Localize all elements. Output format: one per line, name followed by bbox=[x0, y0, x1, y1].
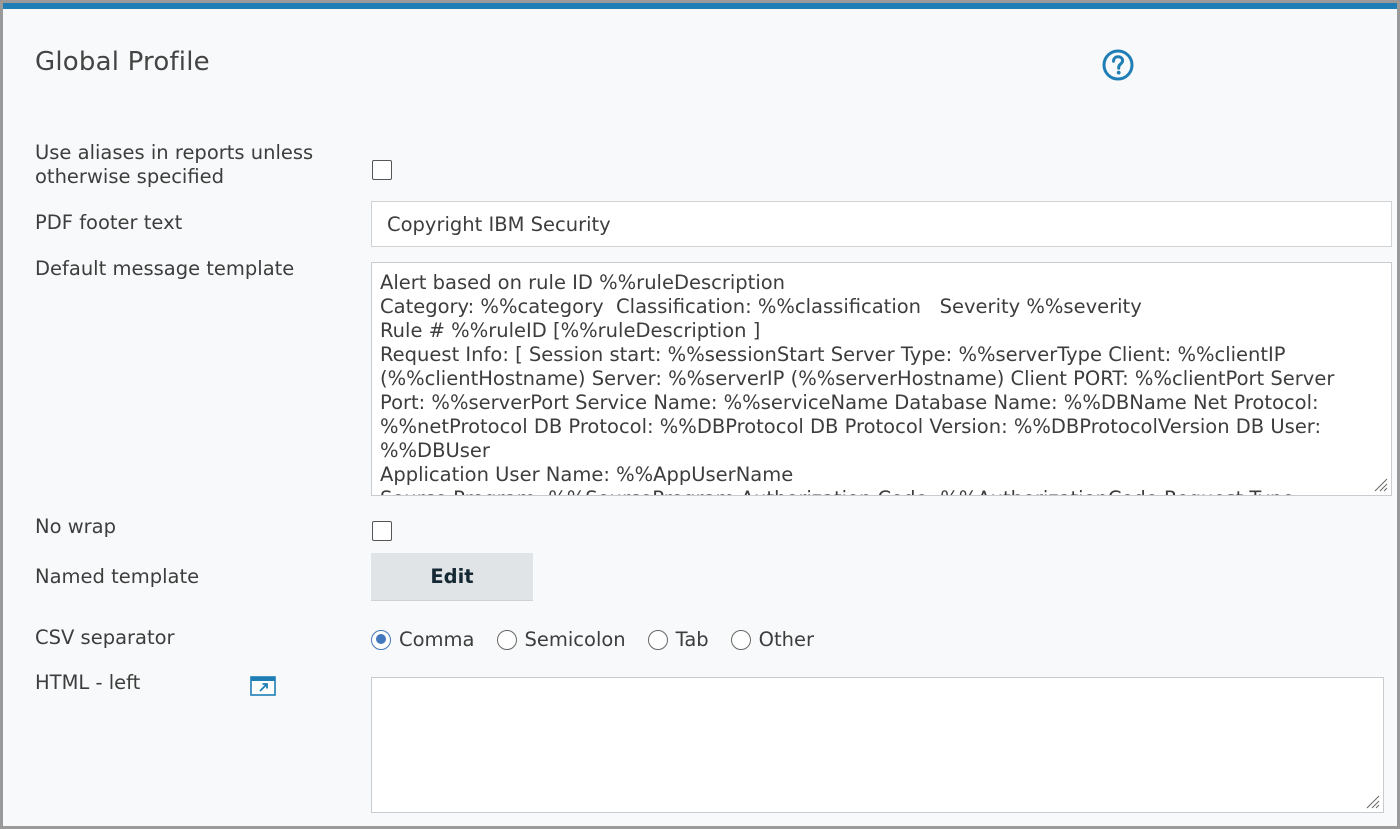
radio-button-semicolon[interactable] bbox=[496, 629, 517, 650]
html-left-textarea[interactable] bbox=[371, 677, 1384, 813]
csv-separator-radio-group: Comma Semicolon Tab Other bbox=[371, 628, 836, 651]
message-template-line: Source Program: %%SourceProgram Authoriz… bbox=[380, 487, 1379, 495]
page-title: Global Profile bbox=[35, 47, 210, 77]
message-template-textarea[interactable]: Alert based on rule ID %%ruleDescription… bbox=[371, 262, 1392, 496]
radio-label-other: Other bbox=[758, 628, 815, 651]
radio-label-semicolon: Semicolon bbox=[524, 628, 626, 651]
html-left-label: HTML - left bbox=[35, 671, 141, 694]
message-template-line: Application User Name: %%AppUserName bbox=[380, 463, 794, 486]
help-circle-icon[interactable] bbox=[1101, 48, 1135, 82]
radio-option-tab[interactable]: Tab bbox=[647, 628, 709, 651]
message-template-line: Category: %%category Classification: %%c… bbox=[380, 295, 1142, 318]
radio-button-tab[interactable] bbox=[647, 629, 668, 650]
named-template-label: Named template bbox=[35, 565, 200, 588]
csv-separator-label: CSV separator bbox=[35, 626, 175, 649]
radio-option-semicolon[interactable]: Semicolon bbox=[496, 628, 626, 651]
radio-option-other[interactable]: Other bbox=[730, 628, 815, 651]
message-template-label: Default message template bbox=[35, 257, 295, 280]
radio-button-other[interactable] bbox=[730, 629, 751, 650]
no-wrap-label: No wrap bbox=[35, 515, 117, 538]
radio-label-comma: Comma bbox=[399, 628, 475, 651]
global-profile-panel: Global Profile Use aliases in reports un… bbox=[3, 3, 1397, 826]
radio-button-comma[interactable] bbox=[371, 629, 391, 650]
use-aliases-label: Use aliases in reports unless otherwise … bbox=[35, 141, 314, 188]
radio-label-tab: Tab bbox=[675, 628, 709, 651]
pdf-footer-input[interactable] bbox=[371, 201, 1392, 247]
pdf-footer-label: PDF footer text bbox=[35, 211, 183, 234]
message-template-line: Rule # %%ruleID [%%ruleDescription ] bbox=[380, 319, 761, 342]
radio-option-comma[interactable]: Comma bbox=[371, 628, 475, 651]
resize-grip-icon[interactable] bbox=[1364, 793, 1380, 809]
edit-template-button[interactable]: Edit bbox=[371, 553, 533, 601]
resize-grip-icon[interactable] bbox=[1372, 476, 1388, 492]
message-template-content: Alert based on rule ID %%ruleDescription… bbox=[380, 271, 1379, 495]
use-aliases-checkbox[interactable] bbox=[372, 160, 392, 180]
message-template-line: Alert based on rule ID %%ruleDescription bbox=[380, 271, 786, 294]
popout-editor-icon[interactable] bbox=[250, 676, 276, 696]
message-template-line: Request Info: [ Session start: %%session… bbox=[380, 343, 1341, 462]
no-wrap-checkbox[interactable] bbox=[372, 521, 392, 541]
